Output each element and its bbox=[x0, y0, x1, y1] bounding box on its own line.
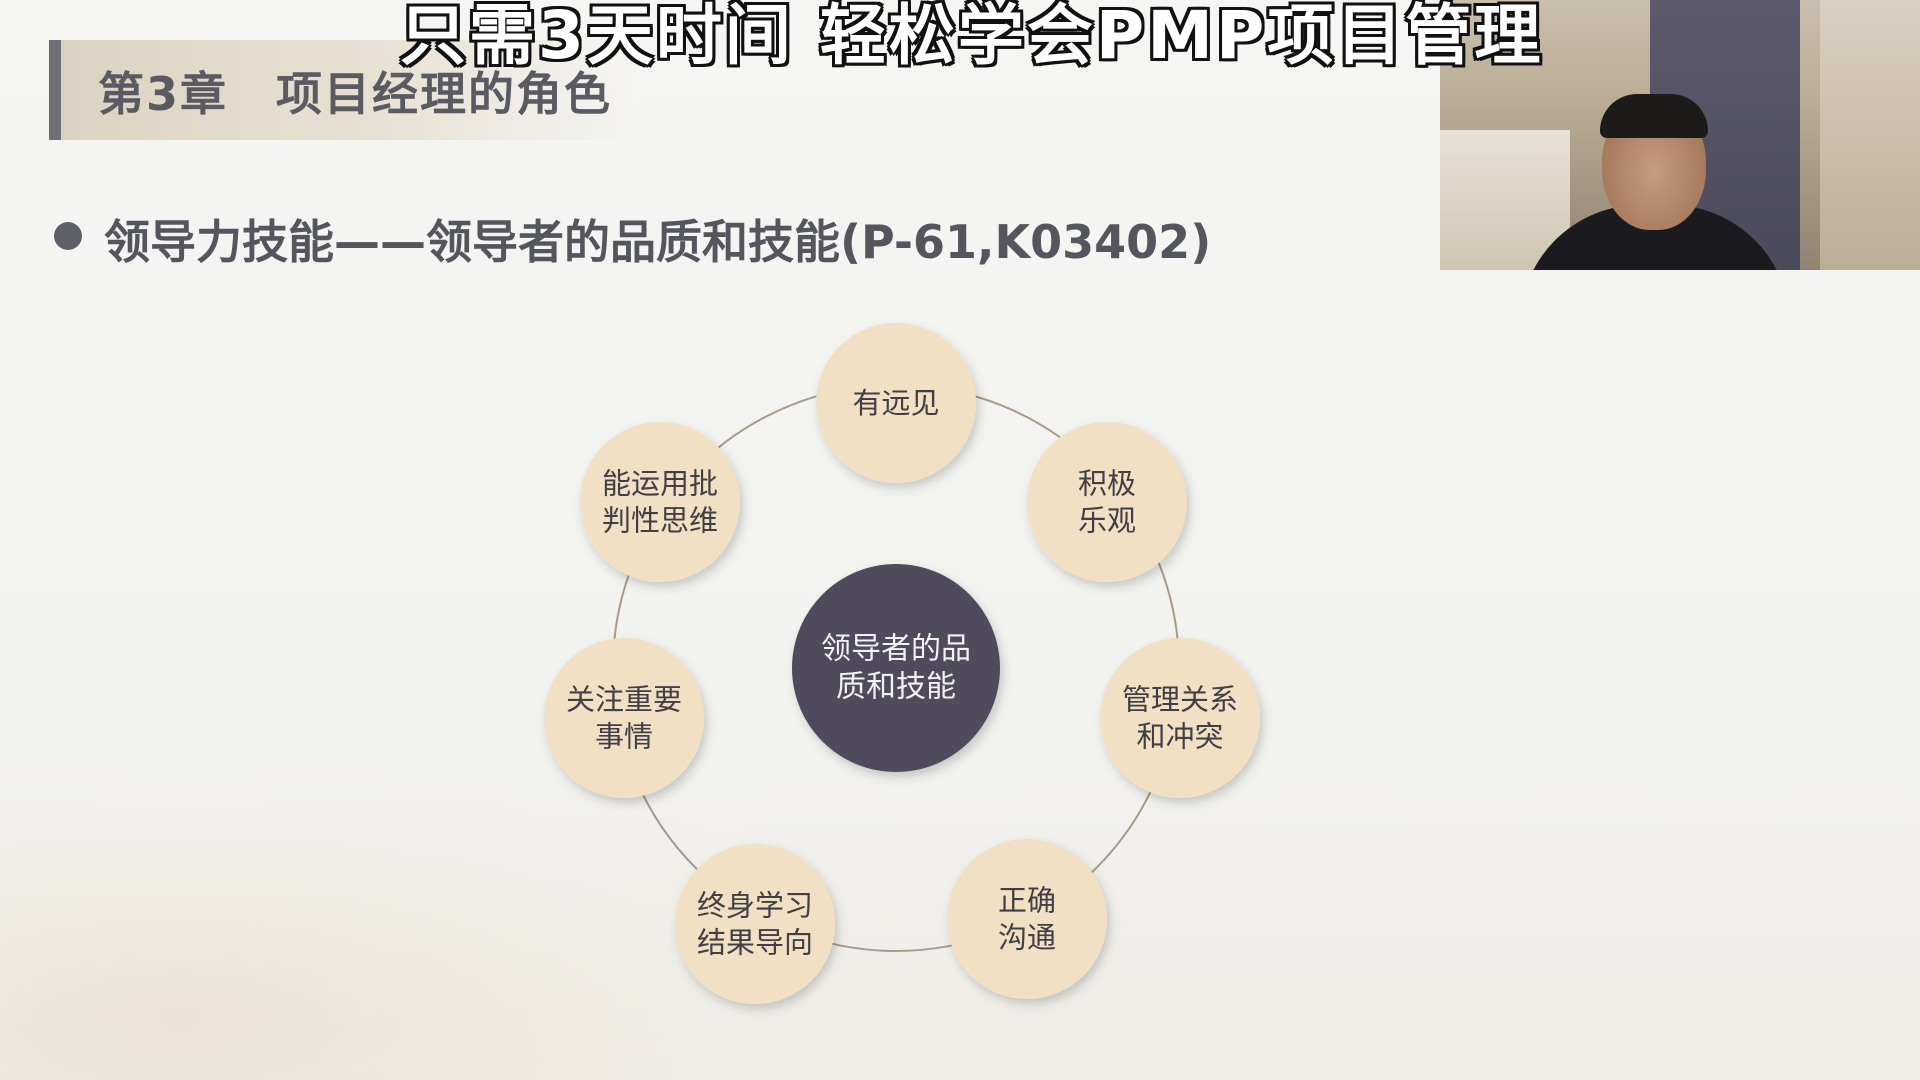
banner-caption: 只需3天时间 轻松学会PMP项目管理 bbox=[400, 0, 1544, 74]
cycle-node-label: 关注重要 bbox=[566, 683, 682, 717]
cycle-node-3: 管理关系和冲突 bbox=[1100, 638, 1260, 798]
cycle-node-label: 管理关系 bbox=[1122, 683, 1238, 717]
cycle-node-2: 积极乐观 bbox=[1027, 422, 1187, 582]
cycle-node-4: 正确沟通 bbox=[947, 839, 1107, 999]
cycle-node-label: 事情 bbox=[595, 720, 653, 754]
cycle-node-label: 正确 bbox=[998, 884, 1056, 918]
cycle-node-circle bbox=[544, 638, 704, 798]
cycle-node-label: 沟通 bbox=[998, 921, 1056, 955]
cycle-node-label: 结果导向 bbox=[697, 926, 813, 960]
cycle-node-label: 能运用批 bbox=[602, 467, 718, 501]
cycle-node-1: 有远见 bbox=[816, 323, 976, 483]
cycle-node-label: 终身学习 bbox=[697, 889, 813, 923]
slide-stage: 第3章 项目经理的角色 领导力技能——领导者的品质和技能(P-61,K03402… bbox=[0, 0, 1920, 1080]
center-node: 领导者的品质和技能 bbox=[792, 564, 1000, 772]
cycle-node-circle bbox=[1100, 638, 1260, 798]
cycle-node-circle bbox=[1027, 422, 1187, 582]
center-node-label: 质和技能 bbox=[836, 670, 956, 705]
cycle-node-label: 积极 bbox=[1078, 467, 1136, 501]
cycle-node-7: 能运用批判性思维 bbox=[580, 422, 740, 582]
cycle-node-circle bbox=[580, 422, 740, 582]
center-node-circle bbox=[792, 564, 1000, 772]
cycle-node-label: 乐观 bbox=[1078, 504, 1136, 538]
cycle-node-circle bbox=[675, 844, 835, 1004]
cycle-node-label: 和冲突 bbox=[1136, 720, 1223, 754]
cycle-node-label: 判性思维 bbox=[602, 504, 718, 538]
presenter-hair bbox=[1600, 94, 1708, 138]
cycle-node-label: 有远见 bbox=[852, 386, 939, 420]
cycle-node-6: 关注重要事情 bbox=[544, 638, 704, 798]
cycle-node-circle bbox=[947, 839, 1107, 999]
webcam-background-right bbox=[1820, 0, 1920, 270]
center-node-label: 领导者的品 bbox=[821, 632, 971, 667]
cycle-node-5: 终身学习结果导向 bbox=[675, 844, 835, 1004]
